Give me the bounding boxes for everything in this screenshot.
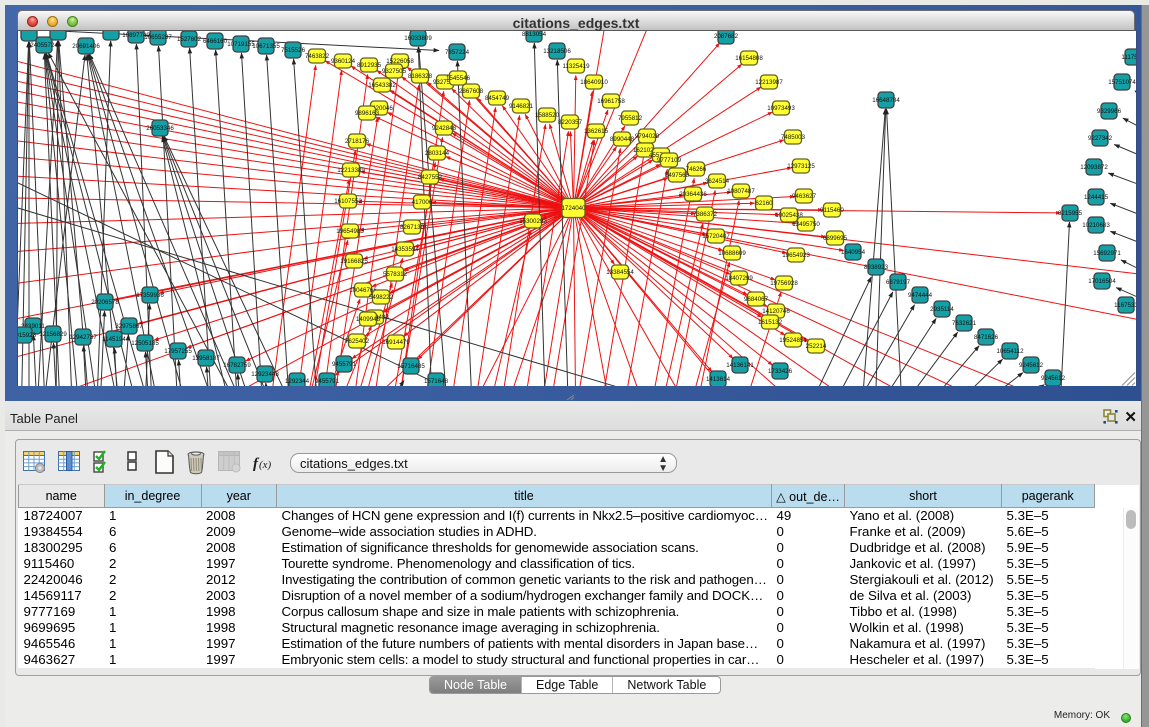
- svg-text:(x): (x): [259, 459, 272, 471]
